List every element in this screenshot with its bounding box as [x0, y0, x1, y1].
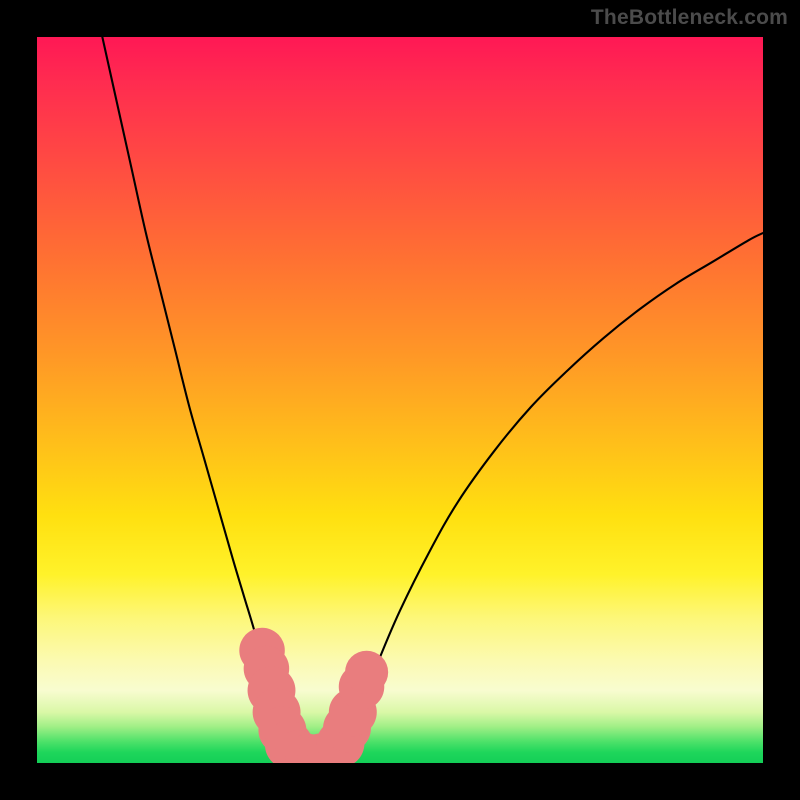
valley-marker — [248, 666, 296, 714]
valley-marker — [345, 651, 388, 694]
valley-marker — [285, 734, 333, 763]
valley-marker — [298, 733, 346, 763]
valley-marker — [308, 730, 356, 763]
chart-frame: TheBottleneck.com — [0, 0, 800, 800]
valley-marker — [323, 704, 371, 752]
valley-marker — [274, 730, 322, 763]
valley-marker-group — [239, 628, 388, 763]
valley-marker — [258, 706, 306, 754]
valley-path — [306, 758, 328, 760]
plot-area — [37, 37, 763, 763]
valley-marker — [317, 719, 365, 763]
valley-marker — [339, 664, 385, 710]
watermark-text: TheBottleneck.com — [591, 6, 788, 30]
right-branch-path — [327, 233, 763, 758]
valley-marker — [244, 646, 290, 692]
valley-marker — [329, 688, 377, 736]
curve-svg — [37, 37, 763, 763]
valley-marker — [239, 628, 285, 674]
valley-marker — [253, 688, 301, 736]
left-branch-path — [102, 37, 305, 758]
valley-marker — [265, 721, 313, 763]
